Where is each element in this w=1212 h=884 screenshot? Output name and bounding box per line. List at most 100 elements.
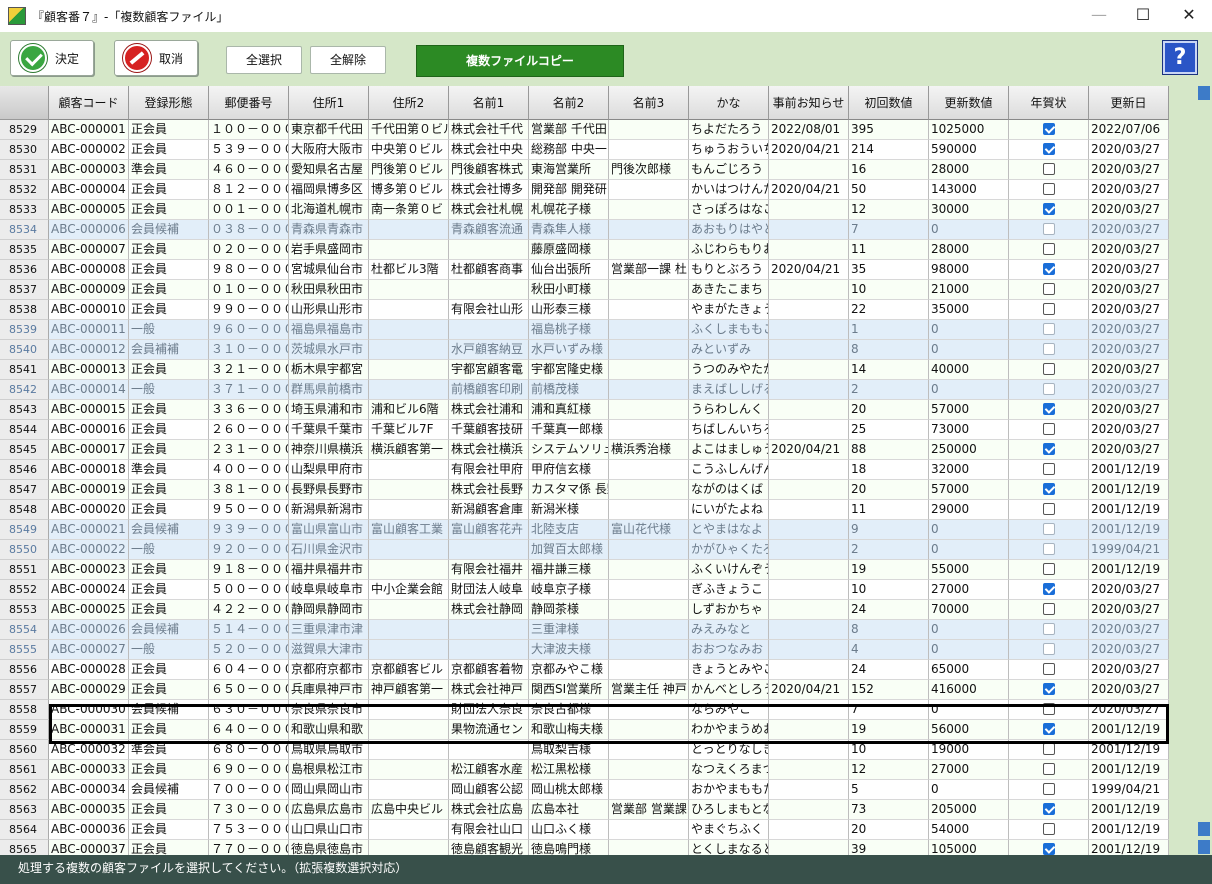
cell-type[interactable]: 準会員 <box>129 460 209 480</box>
nenga-checkbox[interactable] <box>1042 242 1055 255</box>
cell-name1[interactable]: 門後顧客株式 <box>449 160 529 180</box>
cell-addr1[interactable]: 秋田県秋田市 <box>289 280 369 300</box>
nenga-checkbox[interactable] <box>1042 542 1055 555</box>
cell-kana[interactable]: ちゅうおういちろ <box>689 140 769 160</box>
cell-addr2[interactable] <box>369 780 449 800</box>
cell-update[interactable]: 28000 <box>929 240 1009 260</box>
cell-zip[interactable]: ９９０－００００ <box>209 300 289 320</box>
cell-name2[interactable]: 岐阜京子様 <box>529 580 609 600</box>
cell-zip[interactable]: ０１０－００００ <box>209 280 289 300</box>
cell-kana[interactable]: かいはつけんた <box>689 180 769 200</box>
column-header[interactable]: 更新数値 <box>929 86 1009 120</box>
column-header[interactable]: 郵便番号 <box>209 86 289 120</box>
cell-name3[interactable] <box>609 560 689 580</box>
row-number[interactable]: 8529 <box>0 120 49 140</box>
nenga-checkbox[interactable] <box>1042 742 1055 755</box>
cell-type[interactable]: 正会員 <box>129 440 209 460</box>
cell-type[interactable]: 正会員 <box>129 140 209 160</box>
cell-code[interactable]: ABC-000019 <box>49 480 129 500</box>
cell-update[interactable]: 0 <box>929 620 1009 640</box>
cell-code[interactable]: ABC-000029 <box>49 680 129 700</box>
cell-first[interactable]: 50 <box>849 180 929 200</box>
cell-addr2[interactable]: 門後第０ビル <box>369 160 449 180</box>
row-number[interactable]: 8530 <box>0 140 49 160</box>
cell-update[interactable]: 0 <box>929 540 1009 560</box>
cell-zip[interactable]: ００１－００００ <box>209 200 289 220</box>
cell-update[interactable]: 205000 <box>929 800 1009 820</box>
table-row[interactable]: 8564ABC-000036正会員７５３－００００山口県山口市 有限会社山口山口ふ… <box>0 820 1170 840</box>
table-row[interactable]: 8554ABC-000026会員候補５１４－００００三重県津市津 三重津様 みえみな… <box>0 620 1170 640</box>
cell-first[interactable]: 14 <box>849 360 929 380</box>
cell-addr1[interactable]: 福岡県博多区 <box>289 180 369 200</box>
nenga-cell[interactable] <box>1009 180 1089 200</box>
nenga-cell[interactable] <box>1009 760 1089 780</box>
cell-zip[interactable]: ９８０－００００ <box>209 260 289 280</box>
cell-type[interactable]: 正会員 <box>129 800 209 820</box>
cell-date[interactable]: 2020/03/27 <box>1089 640 1169 660</box>
cell-code[interactable]: ABC-000010 <box>49 300 129 320</box>
nenga-cell[interactable] <box>1009 120 1089 140</box>
cell-addr1[interactable]: 徳島県徳島市 <box>289 840 369 855</box>
row-number[interactable]: 8545 <box>0 440 49 460</box>
nenga-cell[interactable] <box>1009 140 1089 160</box>
cell-name1[interactable]: 徳島顧客観光 <box>449 840 529 855</box>
cell-name1[interactable]: 岡山顧客公認 <box>449 780 529 800</box>
cell-addr2[interactable] <box>369 380 449 400</box>
row-number[interactable]: 8559 <box>0 720 49 740</box>
cell-date[interactable]: 2020/03/27 <box>1089 400 1169 420</box>
cell-name2[interactable]: 営業部 千代田 <box>529 120 609 140</box>
cell-name2[interactable]: 前橋茂様 <box>529 380 609 400</box>
cell-addr1[interactable]: 滋賀県大津市 <box>289 640 369 660</box>
cell-date[interactable]: 2001/12/19 <box>1089 460 1169 480</box>
nenga-checkbox[interactable] <box>1042 222 1055 235</box>
cell-addr1[interactable]: 群馬県前橋市 <box>289 380 369 400</box>
cell-code[interactable]: ABC-000014 <box>49 380 129 400</box>
cell-date[interactable]: 2020/03/27 <box>1089 360 1169 380</box>
cell-update[interactable]: 1025000 <box>929 120 1009 140</box>
cell-name3[interactable] <box>609 220 689 240</box>
cell-name1[interactable]: 新潟顧客倉庫 <box>449 500 529 520</box>
nenga-cell[interactable] <box>1009 440 1089 460</box>
cell-update[interactable]: 27000 <box>929 760 1009 780</box>
cell-kana[interactable]: ちばしんいちろう <box>689 420 769 440</box>
cell-name1[interactable]: 株式会社浦和 <box>449 400 529 420</box>
multi-file-copy-button[interactable]: 複数ファイルコピー <box>416 45 624 77</box>
cell-addr1[interactable]: 茨城県水戸市 <box>289 340 369 360</box>
cell-name2[interactable]: 千葉真一郎様 <box>529 420 609 440</box>
cell-type[interactable]: 会員候補 <box>129 520 209 540</box>
cell-first[interactable]: 7 <box>849 220 929 240</box>
cell-name2[interactable]: 大津波夫様 <box>529 640 609 660</box>
cell-name2[interactable]: 北陸支店 <box>529 520 609 540</box>
nenga-cell[interactable] <box>1009 660 1089 680</box>
cell-name1[interactable]: 青森顧客流通 <box>449 220 529 240</box>
nenga-cell[interactable] <box>1009 280 1089 300</box>
scroll-marker[interactable] <box>1198 822 1210 836</box>
select-all-button[interactable]: 全選択 <box>226 46 302 74</box>
cell-addr1[interactable]: 埼玉県浦和市 <box>289 400 369 420</box>
cell-date[interactable]: 2020/03/27 <box>1089 140 1169 160</box>
cell-notice[interactable] <box>769 400 849 420</box>
cell-name2[interactable]: 水戸いずみ様 <box>529 340 609 360</box>
cell-addr2[interactable] <box>369 560 449 580</box>
cell-name3[interactable]: 営業部一課 杜 <box>609 260 689 280</box>
cell-name2[interactable]: 宇都宮隆史様 <box>529 360 609 380</box>
cell-code[interactable]: ABC-000034 <box>49 780 129 800</box>
cell-zip[interactable]: ７５３－００００ <box>209 820 289 840</box>
cell-addr1[interactable]: 静岡県静岡市 <box>289 600 369 620</box>
cell-first[interactable]: 2 <box>849 540 929 560</box>
nenga-checkbox[interactable] <box>1042 762 1055 775</box>
cell-kana[interactable]: かがひゃくたろう <box>689 540 769 560</box>
table-row[interactable]: 8530ABC-000002正会員５３９－００００大阪府大阪市中央第０ビル株式会… <box>0 140 1170 160</box>
cell-code[interactable]: ABC-000036 <box>49 820 129 840</box>
cell-code[interactable]: ABC-000028 <box>49 660 129 680</box>
cell-notice[interactable] <box>769 640 849 660</box>
cell-name2[interactable]: 福島桃子様 <box>529 320 609 340</box>
cell-update[interactable]: 29000 <box>929 500 1009 520</box>
cell-addr2[interactable] <box>369 840 449 855</box>
cell-notice[interactable] <box>769 660 849 680</box>
cell-type[interactable]: 一般 <box>129 320 209 340</box>
cell-name2[interactable]: 山口ふく様 <box>529 820 609 840</box>
cell-name2[interactable]: 京都みやこ様 <box>529 660 609 680</box>
nenga-checkbox[interactable] <box>1042 122 1055 135</box>
cell-addr1[interactable]: 山形県山形市 <box>289 300 369 320</box>
